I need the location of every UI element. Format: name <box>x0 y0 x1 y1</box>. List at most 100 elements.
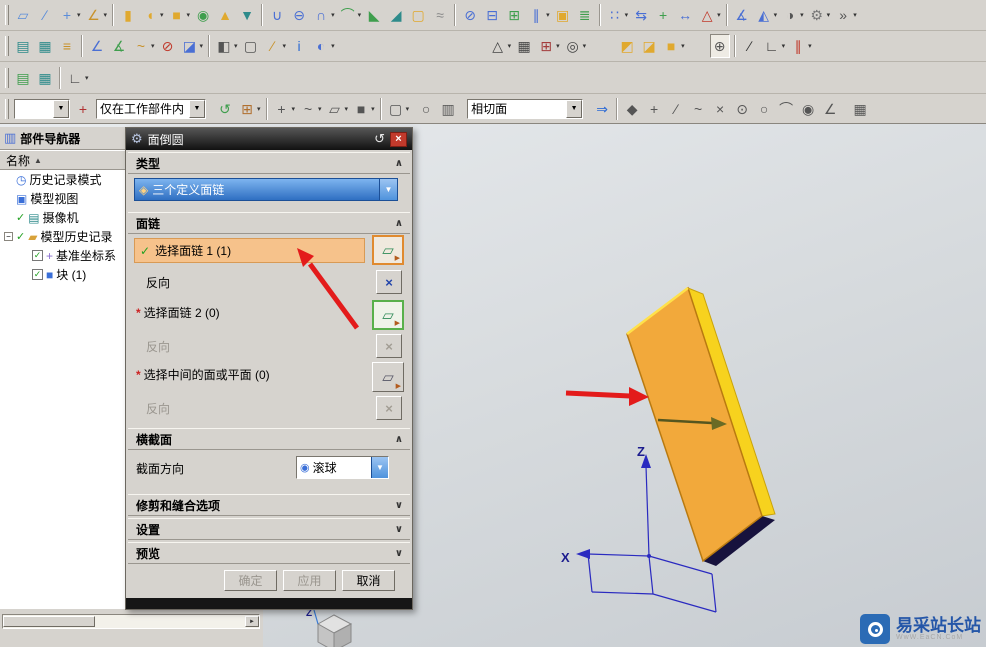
wave-geometry-linker-icon[interactable]: ■ ▾ <box>661 34 686 58</box>
filter-type-combo[interactable]: ▼ <box>14 98 70 119</box>
pocket-icon[interactable]: ▼ <box>237 3 257 27</box>
scope-combo[interactable]: 仅在工作部件内 ▼ <box>96 98 206 119</box>
dropdown-arrow-icon[interactable]: ▾ <box>200 42 204 50</box>
dropdown-arrow-icon[interactable]: ▾ <box>331 11 335 19</box>
tree-item-datum-csys[interactable]: ✓ + 基准坐标系 <box>0 246 125 265</box>
dropdown-arrow-icon[interactable]: ▼ <box>53 99 69 118</box>
dialog-reset-icon[interactable]: ↺ <box>374 131 385 147</box>
extrude-icon[interactable]: ▮ <box>118 3 138 27</box>
reverse-direction-3-button[interactable]: × <box>376 396 402 420</box>
part-navigator-header[interactable]: ▥ 部件导航器 <box>0 127 125 150</box>
dropdown-arrow-icon[interactable]: ▾ <box>800 11 804 19</box>
offset-surface-icon[interactable]: ≣ <box>575 3 595 27</box>
move-object-icon[interactable]: + <box>653 3 673 27</box>
dropdown-arrow-icon[interactable]: ▾ <box>625 11 629 19</box>
patch-icon[interactable]: ⊞ <box>504 3 524 27</box>
datum-plane-icon[interactable]: ▱ <box>13 3 33 27</box>
dropdown-arrow-icon[interactable]: ▾ <box>827 11 831 19</box>
dropdown-arrow-icon[interactable]: ▾ <box>104 11 108 19</box>
middle-face-select-button[interactable]: ▱ ▶ <box>372 362 404 392</box>
synchronous-modeling-icon[interactable]: △ ▾ <box>697 3 722 27</box>
chevron-up-icon[interactable]: ∧ <box>395 158 403 169</box>
information-icon[interactable]: i <box>289 34 309 58</box>
tree-item-model-views[interactable]: ▣ 模型视图 <box>0 189 125 208</box>
geometry-analysis-icon[interactable]: ◭ ▾ <box>754 3 779 27</box>
expander-icon[interactable]: − <box>4 232 13 241</box>
mid-point-icon[interactable]: ∕ <box>666 97 686 121</box>
wcs-dynamics-icon[interactable]: ∟ ▾ <box>65 66 90 90</box>
dialog-close-button[interactable]: × <box>390 131 407 147</box>
true-shading-icon[interactable]: ◐ ▾ <box>311 34 336 58</box>
toolbar-grip[interactable] <box>5 67 9 88</box>
dropdown-arrow-icon[interactable]: ▾ <box>406 105 410 113</box>
draft-icon[interactable]: ◢ <box>386 3 406 27</box>
object-display-icon[interactable]: ▦ <box>35 34 55 58</box>
line-icon[interactable]: ∕ <box>740 34 760 58</box>
edit-section-icon[interactable]: ◪ ▾ <box>180 34 205 58</box>
intersect-icon[interactable]: ∩ ▾ <box>311 3 336 27</box>
select-face-chain-1-row[interactable]: ✓ 选择面链 1 (1) <box>134 238 365 263</box>
unite-icon[interactable]: ∪ <box>267 3 287 27</box>
block-icon[interactable]: ■ ▾ <box>167 3 192 27</box>
wireframe-view-icon[interactable]: ▢ <box>241 34 261 58</box>
display-mode-icon[interactable]: ◑ ▾ <box>780 3 805 27</box>
dropdown-arrow-icon[interactable]: ▾ <box>331 42 335 50</box>
face-rule-combo[interactable]: 相切面 ▼ <box>467 98 584 119</box>
toolbar-grip[interactable] <box>5 5 9 25</box>
select-face-chain-2-row[interactable]: * 选择面链 2 (0) <box>136 304 220 321</box>
dropdown-arrow-icon[interactable]: ▾ <box>358 11 362 19</box>
intersection-icon[interactable]: × <box>710 97 730 121</box>
general-filter-icon[interactable]: + <box>73 97 93 121</box>
thread-icon[interactable]: ≈ <box>430 3 450 27</box>
body-rule-icon[interactable]: ■ ▾ <box>351 97 376 121</box>
tangent-point-icon[interactable]: ∠ <box>820 97 840 121</box>
extract-body-icon[interactable]: ◩ <box>617 34 637 58</box>
dropdown-arrow-icon[interactable]: ▾ <box>717 11 721 19</box>
section-view-icon[interactable]: ⊘ <box>158 34 178 58</box>
section-trim-sew[interactable]: 修剪和缝合选项 ∨ <box>128 494 410 516</box>
color-filter-icon[interactable]: ⊞ ▾ <box>237 97 262 121</box>
dialog-titlebar[interactable]: ⚙ 面倒圆 ↺ × <box>126 128 412 150</box>
hole-icon[interactable]: ◉ <box>193 3 213 27</box>
point-on-face-icon[interactable]: ◉ <box>798 97 818 121</box>
tree-item-history-mode[interactable]: ◷ 历史记录模式 <box>0 170 125 189</box>
tree-item-model-history[interactable]: − ✓ ▰ 模型历史记录 <box>0 227 125 246</box>
preferences-icon[interactable]: ⚙ ▾ <box>807 3 832 27</box>
subtract-icon[interactable]: ⊖ <box>289 3 309 27</box>
orientation-dropdown[interactable]: ◉ 滚球 ▼ <box>296 456 389 479</box>
link-rings-icon[interactable]: ◎ ▾ <box>563 34 588 58</box>
curve-analysis-icon[interactable]: ~ ▾ <box>131 34 156 58</box>
more-commands-icon[interactable]: » ▾ <box>833 3 858 27</box>
dropdown-arrow-icon[interactable]: ▾ <box>187 11 191 19</box>
measure-angle-icon[interactable]: ∡ <box>109 34 129 58</box>
curve-rule-icon[interactable]: ~ ▾ <box>298 97 323 121</box>
point-method-icon[interactable]: + ▾ <box>272 97 297 121</box>
shaded-view-icon[interactable]: ◧ ▾ <box>214 34 239 58</box>
grid-point-icon[interactable]: ▦ <box>850 97 870 121</box>
dropdown-arrow-icon[interactable]: ▾ <box>371 105 375 113</box>
dropdown-arrow-icon[interactable]: ▾ <box>681 42 685 50</box>
dropdown-arrow-icon[interactable]: ▼ <box>379 179 397 200</box>
dropdown-arrow-icon[interactable]: ▼ <box>189 99 205 118</box>
toolbar-grip[interactable] <box>5 36 9 56</box>
dropdown-arrow-icon[interactable]: ▾ <box>774 11 778 19</box>
face-chain-1-select-button[interactable]: ▱ ▶ <box>372 235 404 265</box>
information-window-icon[interactable]: ▦ <box>35 66 55 90</box>
parallel-lines-icon[interactable]: ∥ ▾ <box>788 34 813 58</box>
chevron-down-icon[interactable]: ∨ <box>395 500 403 511</box>
face-rule-icon[interactable]: ▱ ▾ <box>325 97 350 121</box>
apply-button[interactable]: 应用 <box>283 570 336 591</box>
dropdown-arrow-icon[interactable]: ▾ <box>508 42 512 50</box>
point-on-curve-icon[interactable]: ⌒ <box>776 97 796 121</box>
dropdown-arrow-icon[interactable]: ▾ <box>234 42 238 50</box>
control-point-icon[interactable]: ~ <box>688 97 708 121</box>
tree-item-cameras[interactable]: ✓ ▤ 摄像机 <box>0 208 125 227</box>
dropdown-arrow-icon[interactable]: ▾ <box>77 11 81 19</box>
chevron-up-icon[interactable]: ∧ <box>395 218 403 229</box>
scroll-right-button[interactable]: ► <box>245 616 259 627</box>
scrollbar-thumb[interactable] <box>3 616 95 627</box>
dropdown-arrow-icon[interactable]: ▾ <box>160 11 164 19</box>
dialog-gear-icon[interactable]: ⚙ <box>131 131 143 147</box>
measure-distance-icon[interactable]: ∡ <box>732 3 752 27</box>
corner-line-icon[interactable]: ∟ ▾ <box>762 34 787 58</box>
